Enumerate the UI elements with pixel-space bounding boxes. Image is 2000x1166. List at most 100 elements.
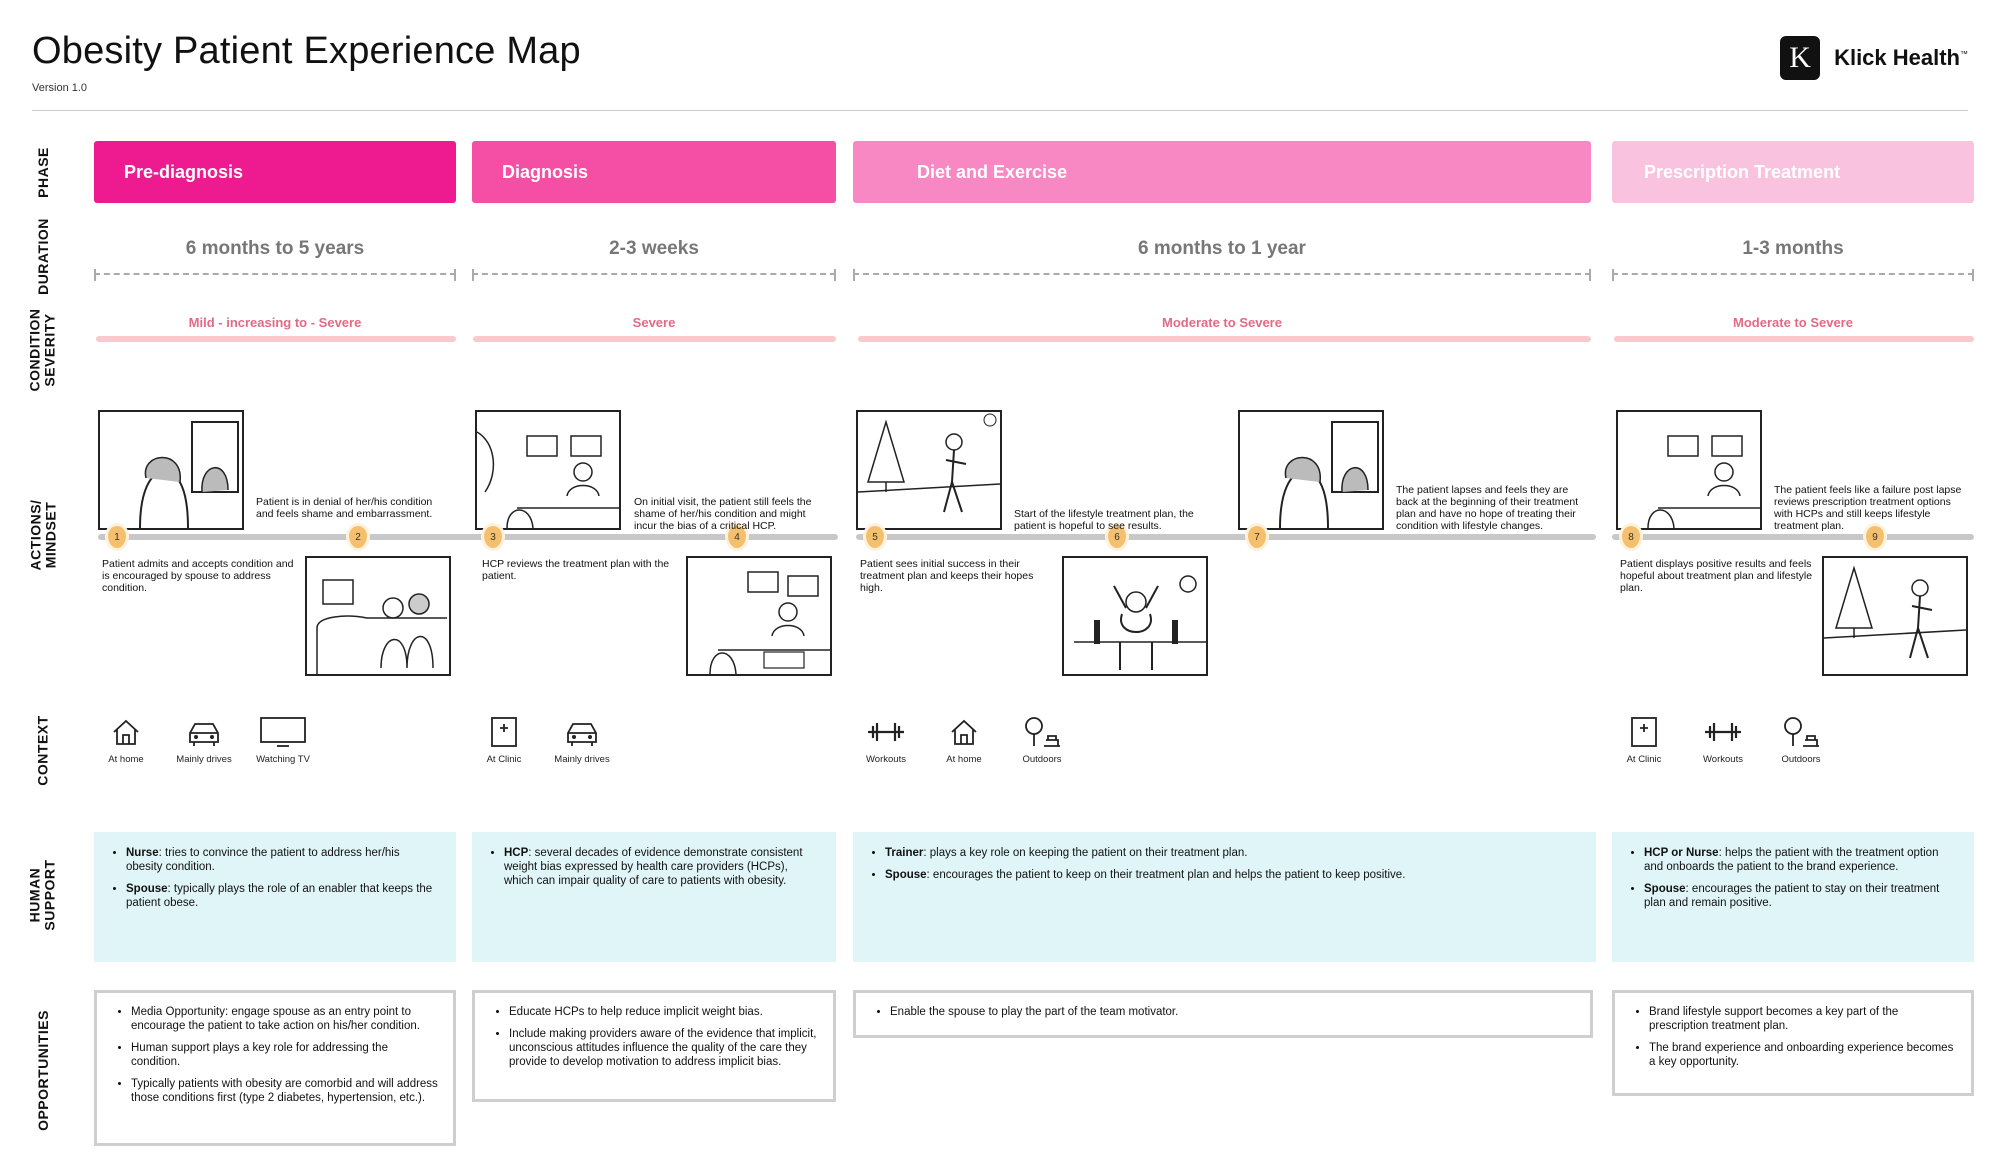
journey-track bbox=[1612, 534, 1974, 540]
car-icon bbox=[567, 723, 597, 746]
context-item: Workouts bbox=[856, 716, 916, 765]
support-pre-diagnosis: Nurse: tries to convince the patient to … bbox=[94, 832, 456, 962]
step-note-6: Patient sees initial success in their tr… bbox=[860, 558, 1034, 594]
step-note-2: Patient admits and accepts condition and… bbox=[102, 558, 294, 594]
severity-bar bbox=[473, 336, 836, 342]
context-item: Workouts bbox=[1693, 716, 1753, 765]
list-item: Brand lifestyle support becomes a key pa… bbox=[1649, 1005, 1957, 1033]
list-item: Human support plays a key role for addre… bbox=[131, 1041, 439, 1069]
sketch-outdoor-walk bbox=[856, 410, 1002, 530]
list-item: Include making providers aware of the ev… bbox=[509, 1027, 819, 1069]
step-note-9: Patient displays positive results and fe… bbox=[1620, 558, 1813, 594]
row-label-duration: DURATION bbox=[34, 217, 51, 295]
severity-diet-exercise: Moderate to Severe bbox=[1162, 315, 1282, 330]
severity-diagnosis: Severe bbox=[632, 315, 676, 330]
duration-bracket bbox=[1612, 269, 1974, 283]
duration-prescription: 1-3 months bbox=[1742, 238, 1844, 259]
context-item: At Clinic bbox=[1614, 716, 1674, 765]
severity-pre-diagnosis: Mild - increasing to - Severe bbox=[188, 315, 362, 330]
context-item: Mainly drives bbox=[552, 716, 612, 765]
list-item: Educate HCPs to help reduce implicit wei… bbox=[509, 1005, 819, 1019]
list-item: Trainer: plays a key role on keeping the… bbox=[885, 846, 1578, 860]
home-icon bbox=[951, 719, 977, 745]
step-note-1: Patient is in denial of her/his conditio… bbox=[256, 496, 433, 520]
duration-diagnosis: 2-3 weeks bbox=[609, 238, 699, 259]
severity-bar bbox=[96, 336, 456, 342]
context-item: Outdoors bbox=[1012, 716, 1072, 765]
sketch-patient-lapse bbox=[1238, 410, 1384, 530]
clinic-icon bbox=[1631, 717, 1657, 747]
row-label-phase: PHASE bbox=[34, 146, 51, 198]
context-item: Outdoors bbox=[1771, 716, 1831, 765]
severity-bar bbox=[858, 336, 1591, 342]
opportunities-pre-diagnosis: Media Opportunity: engage spouse as an e… bbox=[94, 990, 456, 1146]
logo-text: Klick Health bbox=[1834, 45, 1960, 70]
row-label-human-support: HUMAN SUPPORT bbox=[27, 859, 58, 931]
duration-bracket bbox=[472, 269, 836, 283]
support-diagnosis: HCP: several decades of evidence demonst… bbox=[472, 832, 836, 962]
step-pin-7: 7 bbox=[1248, 526, 1266, 548]
sketch-patient-mirror bbox=[98, 410, 244, 530]
context-item: At Clinic bbox=[474, 716, 534, 765]
step-note-7: The patient lapses and feels they are ba… bbox=[1396, 484, 1579, 532]
step-note-4: HCP reviews the treatment plan with the … bbox=[482, 558, 670, 582]
journey-track bbox=[98, 534, 838, 540]
context-item: At home bbox=[96, 716, 156, 765]
context-item: Watching TV bbox=[253, 716, 313, 765]
row-label-condition-severity: CONDITION SEVERITY bbox=[27, 308, 58, 392]
phase-pre-diagnosis: Pre-diagnosis bbox=[94, 141, 456, 203]
row-label-opportunities: OPPORTUNITIES bbox=[34, 1009, 51, 1131]
duration-diet-exercise: 6 months to 1 year bbox=[1138, 238, 1306, 259]
step-pin-5: 5 bbox=[866, 526, 884, 548]
duration-bracket bbox=[94, 269, 456, 283]
row-label-context: CONTEXT bbox=[34, 714, 51, 786]
support-diet-exercise: Trainer: plays a key role on keeping the… bbox=[853, 832, 1596, 962]
sketch-clinic-visit bbox=[475, 410, 621, 530]
context-item: At home bbox=[934, 716, 994, 765]
car-icon bbox=[189, 723, 219, 746]
list-item: HCP: several decades of evidence demonst… bbox=[504, 846, 818, 888]
page-title: Obesity Patient Experience Map bbox=[32, 30, 581, 72]
phase-prescription-treatment: Prescription Treatment bbox=[1612, 141, 1974, 203]
sketch-couch-spouse bbox=[305, 556, 451, 676]
severity-bar bbox=[1614, 336, 1974, 342]
klick-health-logo: K Klick Health™ bbox=[1780, 36, 1968, 80]
list-item: Typically patients with obesity are como… bbox=[131, 1077, 439, 1105]
step-pin-8: 8 bbox=[1622, 526, 1640, 548]
list-item: Spouse: encourages the patient to keep o… bbox=[885, 868, 1578, 882]
sketch-outdoor-walk-2 bbox=[1822, 556, 1968, 676]
duration-bracket bbox=[853, 269, 1591, 283]
step-pin-3: 3 bbox=[484, 526, 502, 548]
opportunities-prescription: Brand lifestyle support becomes a key pa… bbox=[1612, 990, 1974, 1096]
list-item: Spouse: typically plays the role of an e… bbox=[126, 882, 438, 910]
version-label: Version 1.0 bbox=[32, 82, 88, 94]
row-label-actions-mindset: ACTIONS/MINDSET bbox=[27, 499, 59, 571]
sketch-hcp-treatment-plan bbox=[686, 556, 832, 676]
step-pin-2: 2 bbox=[349, 526, 367, 548]
duration-pre-diagnosis: 6 months to 5 years bbox=[185, 238, 365, 259]
opportunities-diagnosis: Educate HCPs to help reduce implicit wei… bbox=[472, 990, 836, 1102]
sketch-weightlifting bbox=[1062, 556, 1208, 676]
dumbbell-icon bbox=[1705, 723, 1741, 741]
dumbbell-icon bbox=[868, 723, 904, 741]
list-item: Media Opportunity: engage spouse as an e… bbox=[131, 1005, 439, 1033]
step-pin-1: 1 bbox=[108, 526, 126, 548]
opportunities-diet-exercise: Enable the spouse to play the part of th… bbox=[853, 990, 1593, 1038]
outdoors-icon bbox=[1025, 717, 1060, 747]
home-icon bbox=[113, 719, 139, 745]
header-divider bbox=[32, 110, 1968, 111]
context-item: Mainly drives bbox=[174, 716, 234, 765]
sketch-prescription-review bbox=[1616, 410, 1762, 530]
journey-track bbox=[856, 534, 1596, 540]
list-item: Nurse: tries to convince the patient to … bbox=[126, 846, 438, 874]
list-item: Spouse: encourages the patient to stay o… bbox=[1644, 882, 1956, 910]
step-note-3: On initial visit, the patient still feel… bbox=[634, 496, 812, 532]
phase-diagnosis: Diagnosis bbox=[472, 141, 836, 203]
step-note-8: The patient feels like a failure post la… bbox=[1774, 484, 1962, 532]
outdoors-icon bbox=[1784, 717, 1819, 747]
klick-logo-icon: K bbox=[1780, 36, 1821, 80]
clinic-icon bbox=[491, 717, 517, 747]
tv-icon bbox=[260, 717, 306, 747]
list-item: Enable the spouse to play the part of th… bbox=[890, 1005, 1576, 1019]
list-item: HCP or Nurse: helps the patient with the… bbox=[1644, 846, 1956, 874]
